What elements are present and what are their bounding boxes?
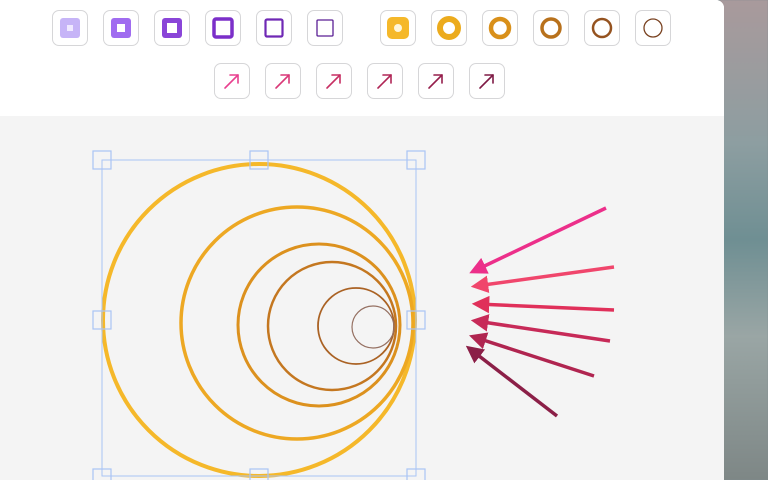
- canvas-circle-3[interactable]: [236, 242, 402, 408]
- square-stroke-1-button[interactable]: [52, 10, 88, 46]
- canvas-arrow-4[interactable]: [470, 314, 611, 343]
- circle-stroke-1-icon: [387, 17, 409, 39]
- drawing-app-window: [0, 0, 724, 480]
- circle-stroke-2-icon: [437, 16, 461, 40]
- arrow-3-icon: [326, 74, 341, 89]
- circle-stroke-2-button[interactable]: [431, 10, 467, 46]
- square-stroke-2-button[interactable]: [103, 10, 139, 46]
- square-stroke-3-button[interactable]: [154, 10, 190, 46]
- arrow-6-button[interactable]: [469, 63, 505, 99]
- arrow-6-icon: [479, 74, 494, 89]
- arrow-4-icon: [377, 74, 392, 89]
- arrow-2-icon: [275, 74, 290, 89]
- circle-stroke-1-button[interactable]: [380, 10, 416, 46]
- arrow-2-button[interactable]: [265, 63, 301, 99]
- arrow-5-icon: [428, 74, 443, 89]
- square-stroke-1-icon: [60, 18, 80, 38]
- canvas-circle-6[interactable]: [351, 305, 395, 349]
- square-stroke-4-icon: [212, 17, 234, 39]
- circle-stroke-6-icon: [643, 18, 663, 38]
- canvas-circle-5[interactable]: [317, 287, 395, 365]
- circle-stroke-4-button[interactable]: [533, 10, 569, 46]
- square-stroke-3-icon: [162, 18, 182, 38]
- square-stroke-5-icon: [264, 18, 284, 38]
- arrow-3-button[interactable]: [316, 63, 352, 99]
- circle-stroke-6-button[interactable]: [635, 10, 671, 46]
- square-stroke-6-button[interactable]: [307, 10, 343, 46]
- shape-toolbar: [0, 0, 724, 116]
- circle-stroke-4-icon: [540, 17, 562, 39]
- canvas-arrow-5[interactable]: [469, 332, 595, 378]
- desktop-background: [720, 0, 768, 480]
- circle-stroke-5-button[interactable]: [584, 10, 620, 46]
- canvas-drawing: [92, 150, 615, 480]
- drawing-canvas[interactable]: [0, 116, 724, 480]
- canvas-arrow-1[interactable]: [469, 206, 607, 274]
- circle-stroke-3-button[interactable]: [482, 10, 518, 46]
- canvas-circle-4[interactable]: [266, 260, 398, 392]
- arrow-5-button[interactable]: [418, 63, 454, 99]
- circle-stroke-5-icon: [591, 17, 613, 39]
- square-stroke-5-button[interactable]: [256, 10, 292, 46]
- canvas-circle-1[interactable]: [101, 162, 417, 478]
- arrow-1-icon: [224, 74, 239, 89]
- square-stroke-4-button[interactable]: [205, 10, 241, 46]
- circle-stroke-3-icon: [488, 16, 512, 40]
- canvas-arrow-2[interactable]: [470, 265, 615, 293]
- arrow-4-button[interactable]: [367, 63, 403, 99]
- square-stroke-2-icon: [111, 18, 131, 38]
- square-stroke-6-icon: [316, 19, 334, 37]
- canvas-arrow-3[interactable]: [471, 295, 615, 314]
- arrow-1-button[interactable]: [214, 63, 250, 99]
